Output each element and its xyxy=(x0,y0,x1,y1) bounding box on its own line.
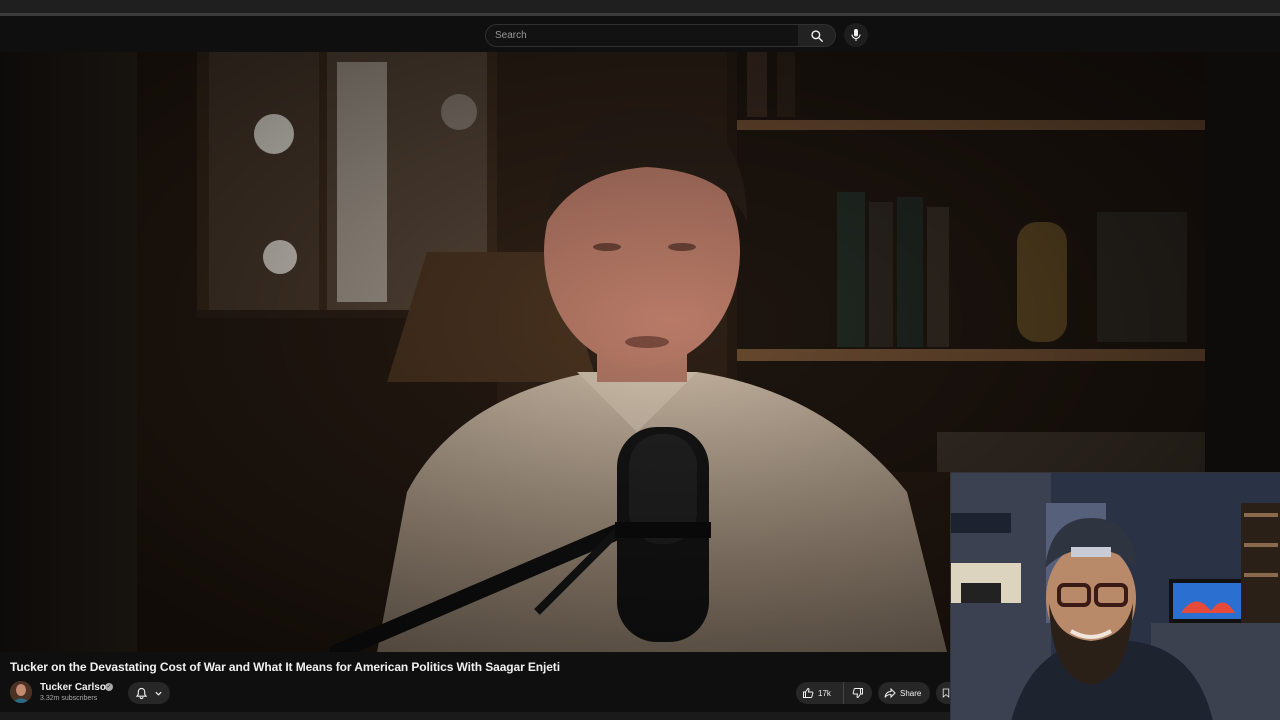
reaction-webcam xyxy=(950,472,1280,720)
share-label: Share xyxy=(900,688,922,698)
subscriber-count: 3.32m subscribers xyxy=(40,695,98,702)
search-input[interactable] xyxy=(486,25,798,46)
save-icon xyxy=(942,688,950,698)
microphone-icon xyxy=(851,29,861,41)
avatar-image xyxy=(10,681,32,703)
player-background-left xyxy=(0,52,137,652)
bottom-strip xyxy=(0,712,950,720)
bell-icon xyxy=(135,687,147,699)
channel-name[interactable]: Tucker Carlson xyxy=(40,682,112,693)
notification-bell-button[interactable] xyxy=(128,682,170,704)
verified-check-icon: ✓ xyxy=(105,683,113,691)
like-button[interactable]: 17k xyxy=(796,682,844,704)
share-button[interactable]: Share xyxy=(878,682,930,704)
video-title: Tucker on the Devastating Cost of War an… xyxy=(10,660,560,674)
video-info-bar: Tucker on the Devastating Cost of War an… xyxy=(0,652,950,720)
chevron-down-icon xyxy=(154,691,162,696)
save-button[interactable] xyxy=(936,682,950,704)
browser-top-strip xyxy=(0,0,1280,16)
search-button[interactable] xyxy=(798,24,836,47)
channel-avatar[interactable] xyxy=(10,681,32,703)
thumbs-down-icon xyxy=(852,688,863,699)
search-box[interactable] xyxy=(485,24,799,47)
like-dislike-group: 17k xyxy=(796,682,872,704)
search-icon xyxy=(810,29,823,42)
dislike-button[interactable] xyxy=(844,682,872,704)
masthead xyxy=(0,19,1280,52)
share-icon xyxy=(884,687,896,699)
webcam-scene xyxy=(951,473,1280,720)
like-count: 17k xyxy=(818,688,831,698)
voice-search-button[interactable] xyxy=(844,23,868,47)
thumbs-up-icon xyxy=(803,687,814,698)
